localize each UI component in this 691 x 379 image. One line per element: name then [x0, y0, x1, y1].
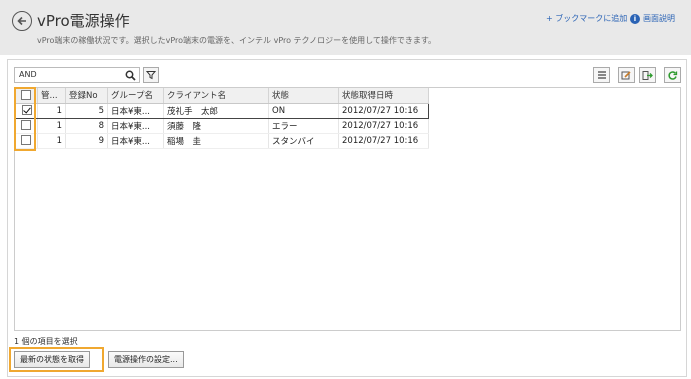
cell-state: スタンバイ	[268, 133, 339, 149]
cell-client: 茂礼手 太郎	[163, 102, 269, 119]
cell-kan: 1	[37, 133, 66, 149]
column-header-no[interactable]: 登録No	[65, 88, 108, 104]
cell-group: 日本¥東...	[107, 102, 164, 119]
refresh-icon	[668, 70, 678, 80]
refresh-button[interactable]	[664, 67, 681, 83]
column-header-time[interactable]: 状態取得日時	[338, 88, 429, 104]
table-row[interactable]: 1 5 日本¥東... 茂礼手 太郎 ON 2012/07/27 10:16	[15, 102, 429, 119]
column-header-group[interactable]: グループ名	[107, 88, 164, 104]
page-header: vPro電源操作 vPro端末の稼働状況です。選択したvPro端末の電源を、イン…	[0, 0, 691, 55]
search-input[interactable]: AND	[14, 67, 140, 83]
selection-status: 1 個の項目を選択	[14, 337, 78, 346]
select-all-header[interactable]	[15, 88, 38, 104]
info-icon: i	[630, 13, 640, 24]
filter-button[interactable]	[143, 67, 159, 83]
list-view-button[interactable]	[593, 67, 610, 83]
add-bookmark-link[interactable]: + ブックマークに追加	[546, 13, 627, 24]
help-label: 画面説明	[643, 14, 675, 23]
cell-no: 5	[65, 102, 108, 119]
cell-no: 9	[65, 133, 108, 149]
select-all-checkbox[interactable]	[21, 90, 32, 100]
export-button[interactable]	[639, 67, 656, 83]
page-subtitle: vPro端末の稼働状況です。選択したvPro端末の電源を、インテル vPro テ…	[37, 36, 437, 45]
cell-time: 2012/07/27 10:16	[338, 133, 429, 149]
arrow-left-icon	[17, 16, 26, 26]
row-checkbox-cell[interactable]	[15, 118, 38, 134]
edit-icon	[621, 70, 631, 79]
list-icon	[597, 71, 606, 79]
cell-state: ON	[268, 102, 339, 119]
search-value: AND	[19, 70, 37, 79]
cell-no: 8	[65, 118, 108, 134]
row-checkbox[interactable]	[21, 105, 32, 116]
edit-button[interactable]	[618, 67, 635, 83]
filter-icon	[146, 71, 156, 80]
cell-state: エラー	[268, 118, 339, 134]
get-latest-status-button[interactable]: 最新の状態を取得	[14, 351, 90, 368]
client-table: 管... 登録No グループ名 クライアント名 状態 状態取得日時 1 5 日本…	[15, 88, 429, 149]
column-header-client[interactable]: クライアント名	[163, 88, 269, 104]
power-settings-button[interactable]: 電源操作の設定...	[108, 351, 184, 368]
back-button[interactable]	[12, 11, 32, 31]
cell-time: 2012/07/27 10:16	[338, 118, 429, 134]
column-header-kan[interactable]: 管...	[37, 88, 66, 104]
cell-time: 2012/07/27 10:16	[338, 102, 429, 119]
cell-client: 須藤 隆	[163, 118, 269, 134]
cell-group: 日本¥東...	[107, 118, 164, 134]
page-title: vPro電源操作	[37, 12, 130, 30]
table-header-row: 管... 登録No グループ名 クライアント名 状態 状態取得日時	[15, 88, 429, 104]
export-icon	[642, 70, 653, 80]
cell-group: 日本¥東...	[107, 133, 164, 149]
row-checkbox[interactable]	[21, 120, 32, 131]
row-checkbox-cell[interactable]	[15, 102, 38, 119]
cell-kan: 1	[37, 118, 66, 134]
table-row[interactable]: 1 8 日本¥東... 須藤 隆 エラー 2012/07/27 10:16	[15, 118, 429, 134]
cell-kan: 1	[37, 102, 66, 119]
table-row[interactable]: 1 9 日本¥東... 稲場 圭 スタンバイ 2012/07/27 10:16	[15, 133, 429, 149]
search-icon[interactable]	[125, 70, 136, 81]
column-header-state[interactable]: 状態	[268, 88, 339, 104]
help-link[interactable]: i 画面説明	[630, 13, 675, 24]
cell-client: 稲場 圭	[163, 133, 269, 149]
row-checkbox[interactable]	[21, 135, 32, 146]
row-checkbox-cell[interactable]	[15, 133, 38, 149]
